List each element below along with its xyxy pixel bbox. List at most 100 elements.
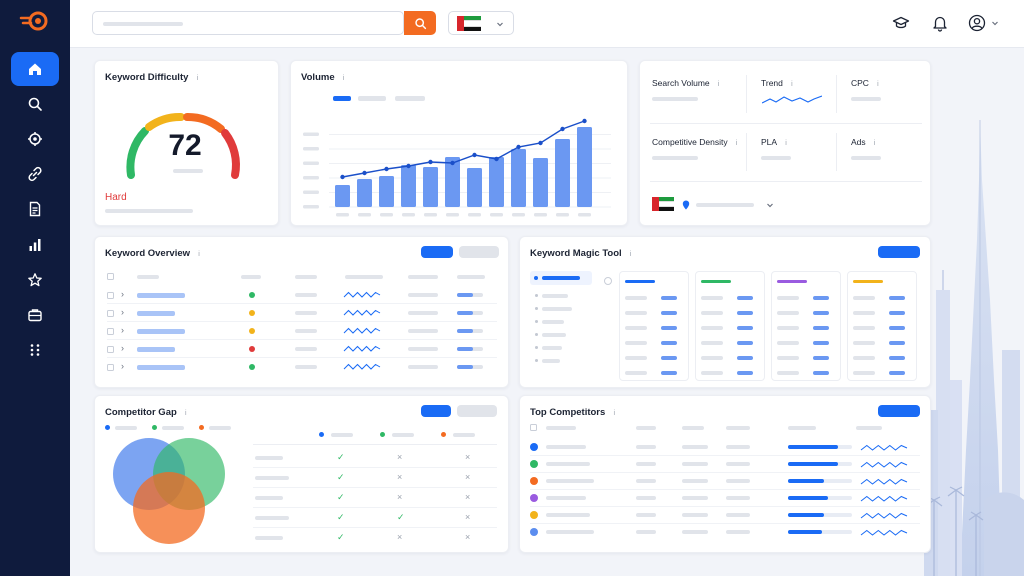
info-icon[interactable]: i [627, 251, 635, 258]
cell-placeholder [701, 311, 723, 315]
group-label-placeholder[interactable] [542, 294, 568, 298]
graduation-cap-icon[interactable] [892, 14, 910, 32]
row-checkbox[interactable] [107, 346, 114, 353]
country-selector[interactable] [448, 11, 514, 35]
keyword-placeholder[interactable] [137, 293, 185, 298]
expand-chevron-icon[interactable]: › [121, 289, 124, 299]
keyword-placeholder[interactable] [137, 329, 185, 334]
primary-action-button[interactable] [878, 405, 920, 417]
group-label-placeholder[interactable] [542, 320, 564, 324]
expand-chevron-icon[interactable]: › [121, 307, 124, 317]
user-icon[interactable] [968, 14, 986, 32]
row-checkbox[interactable] [107, 292, 114, 299]
group-label-placeholder[interactable] [542, 333, 566, 337]
card-title: Top Competitors i [530, 407, 618, 418]
primary-action-button[interactable] [878, 246, 920, 258]
competitor-name-placeholder[interactable] [546, 513, 590, 517]
sparkline-path [860, 529, 908, 536]
keyword-magic-tool-card: Keyword Magic Tool i [519, 236, 931, 388]
competitor-name-placeholder[interactable] [546, 445, 586, 449]
search-button[interactable] [404, 11, 436, 35]
difficulty-description-placeholder [105, 209, 193, 213]
bar-chart-icon [29, 239, 41, 251]
bullet [535, 307, 538, 310]
cell-placeholder [853, 326, 875, 330]
expand-chevron-icon[interactable]: › [121, 325, 124, 335]
secondary-action-button[interactable] [459, 246, 499, 258]
sidebar-item-apps[interactable] [11, 333, 59, 367]
select-all-checkbox[interactable] [107, 273, 114, 280]
info-icon[interactable]: i [782, 140, 790, 147]
cell-placeholder [295, 293, 317, 297]
radio-icon[interactable] [604, 277, 612, 285]
competitor-name-placeholder[interactable] [546, 496, 586, 500]
cross-icon: × [465, 492, 471, 502]
secondary-action-button[interactable] [457, 405, 497, 417]
row-checkbox[interactable] [107, 364, 114, 371]
chevron-down-icon[interactable] [766, 201, 774, 209]
group-label-placeholder[interactable] [542, 307, 572, 311]
search-input[interactable] [92, 11, 404, 35]
info-icon[interactable]: i [182, 410, 190, 417]
chevron-down-icon[interactable] [991, 19, 999, 27]
row-divider [253, 444, 497, 445]
info-icon[interactable]: i [193, 75, 201, 82]
bell-icon[interactable] [931, 14, 949, 32]
info-icon[interactable]: i [715, 81, 723, 88]
info-icon[interactable]: i [610, 410, 618, 417]
trend-sparkline [762, 95, 822, 104]
info-icon[interactable]: i [340, 75, 348, 82]
cell-placeholder [682, 445, 708, 449]
sidebar-item-position-tracking[interactable] [11, 122, 59, 156]
cell-placeholder [682, 479, 708, 483]
legend-label-placeholder [115, 426, 137, 430]
expand-chevron-icon[interactable]: › [121, 343, 124, 353]
info-icon[interactable]: i [871, 140, 879, 147]
primary-action-button[interactable] [421, 246, 453, 258]
metric-value-placeholder [851, 156, 881, 160]
sidebar-item-search[interactable] [11, 87, 59, 121]
group-label-placeholder[interactable] [542, 359, 560, 363]
competitor-dot [530, 443, 538, 451]
keyword-difficulty-card: Keyword Difficulty i 72 Hard [94, 60, 279, 226]
sidebar-item-favorites[interactable] [11, 263, 59, 297]
info-icon[interactable]: i [788, 81, 796, 88]
progress-fill [457, 293, 473, 297]
target-icon [28, 132, 42, 146]
competitor-name-placeholder[interactable] [546, 462, 590, 466]
sidebar-item-projects[interactable] [11, 298, 59, 332]
bullet [535, 294, 538, 297]
search-placeholder [103, 22, 183, 26]
sidebar-item-analytics[interactable] [11, 228, 59, 262]
keyword-placeholder[interactable] [137, 365, 185, 370]
select-all-checkbox[interactable] [530, 424, 537, 431]
volume-bar [467, 168, 482, 207]
group-label-placeholder[interactable] [542, 346, 562, 350]
row-checkbox[interactable] [107, 310, 114, 317]
column-color-dot [319, 432, 324, 437]
info-icon[interactable]: i [874, 81, 882, 88]
keyword-placeholder [255, 456, 283, 460]
expand-chevron-icon[interactable]: › [121, 361, 124, 371]
trend-point [494, 156, 499, 162]
sidebar-item-content[interactable] [11, 192, 59, 226]
sidebar-item-home[interactable] [11, 52, 59, 86]
volume-bar [379, 176, 394, 207]
column-header [546, 426, 576, 430]
metric-placeholder [889, 341, 905, 345]
keyword-placeholder[interactable] [137, 311, 175, 316]
competitor-name-placeholder[interactable] [546, 530, 594, 534]
location-select-placeholder[interactable] [696, 203, 754, 207]
metric-placeholder [889, 326, 905, 330]
info-icon[interactable]: i [733, 140, 741, 147]
competitor-name-placeholder[interactable] [546, 479, 594, 483]
trend-sparkline [343, 345, 381, 352]
status-dot [249, 310, 255, 316]
sidebar-item-backlinks[interactable] [11, 157, 59, 191]
row-checkbox[interactable] [107, 328, 114, 335]
competitor-dot [530, 528, 538, 536]
info-icon[interactable]: i [195, 251, 203, 258]
primary-action-button[interactable] [421, 405, 451, 417]
keyword-placeholder[interactable] [137, 347, 175, 352]
cell-placeholder [625, 326, 647, 330]
